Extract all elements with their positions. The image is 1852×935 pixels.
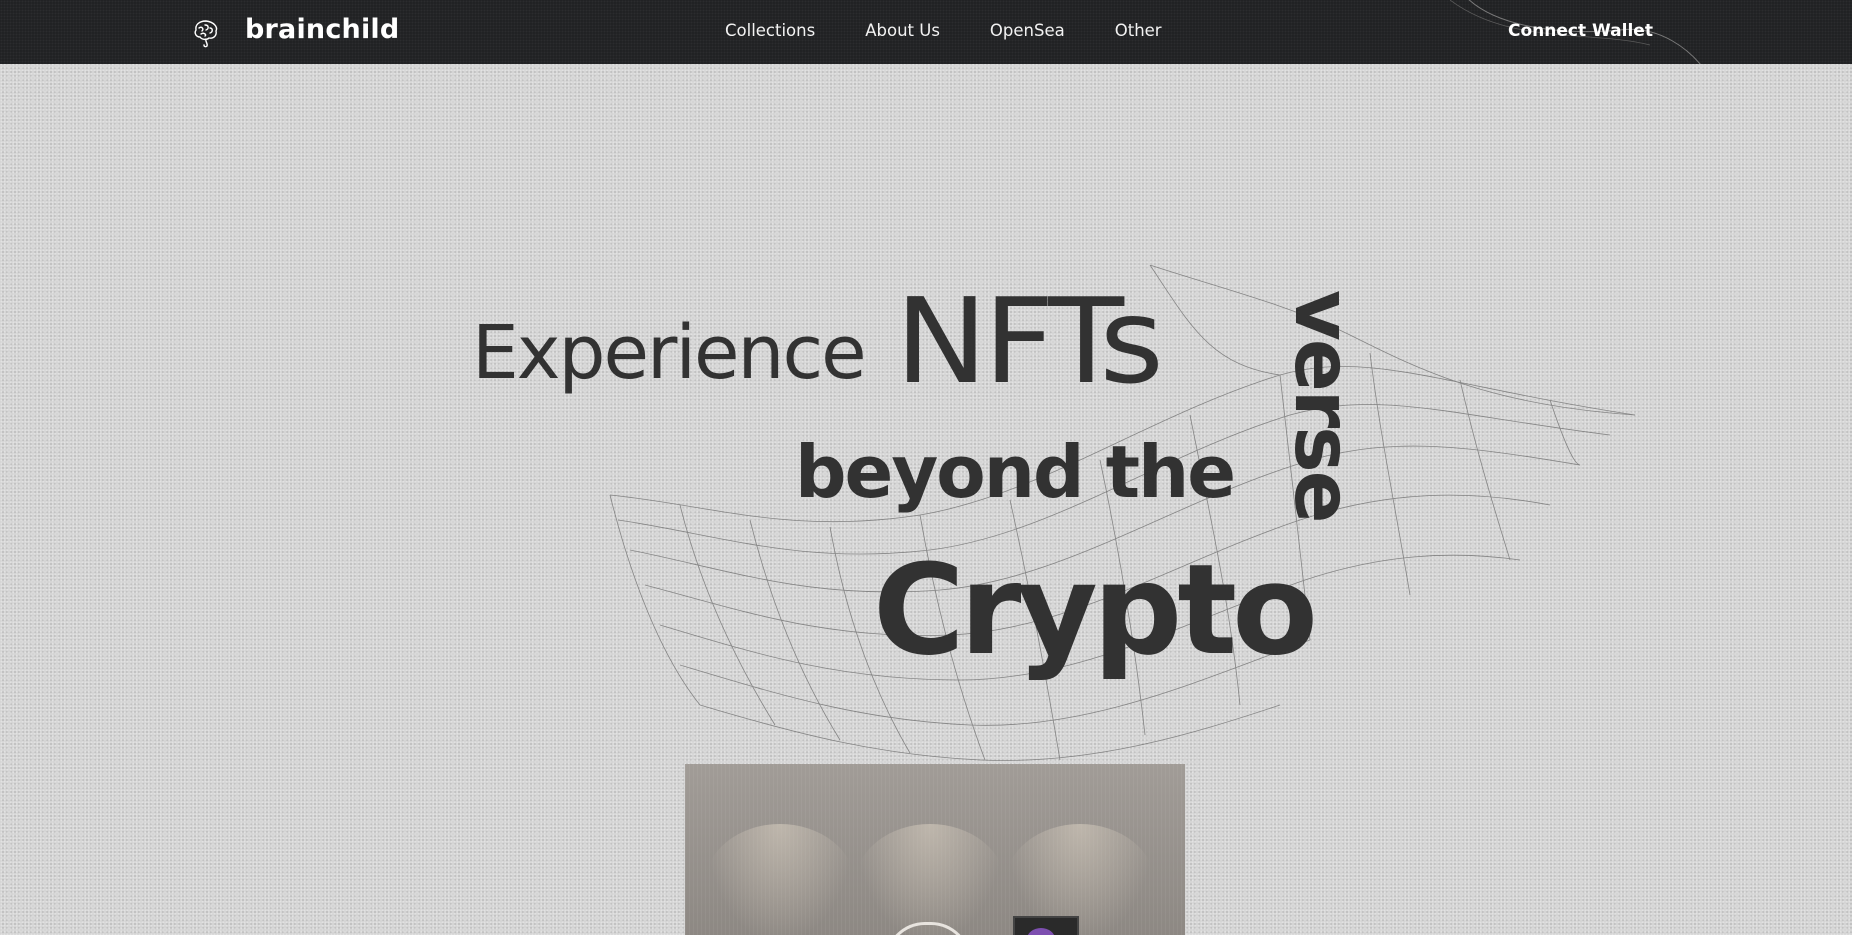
top-navbar: brainchild Collections About Us OpenSea … — [0, 0, 1852, 64]
wall-light — [855, 824, 1005, 935]
wall-light — [705, 824, 855, 935]
hero-line-experience: Experience — [472, 310, 867, 396]
nav-collections[interactable]: Collections — [725, 21, 815, 40]
hero-line-nfts: NFTs — [895, 272, 1164, 410]
brand-name[interactable]: brainchild — [245, 14, 399, 45]
main-nav: Collections About Us OpenSea Other — [725, 21, 1212, 40]
connect-wallet-button[interactable]: Connect Wallet — [1508, 21, 1653, 41]
nav-opensea[interactable]: OpenSea — [990, 21, 1065, 40]
hero-line-beyond-the: beyond the — [795, 430, 1236, 514]
nav-other[interactable]: Other — [1115, 21, 1162, 40]
hero-image — [685, 764, 1185, 935]
nav-about-us[interactable]: About Us — [865, 21, 940, 40]
logo-link[interactable] — [190, 17, 222, 49]
hero-line-crypto: Crypto — [873, 538, 1318, 683]
hero-line-verse-vertical: verse — [1277, 290, 1367, 522]
picture-frame — [1013, 916, 1079, 935]
brain-icon — [194, 20, 218, 48]
